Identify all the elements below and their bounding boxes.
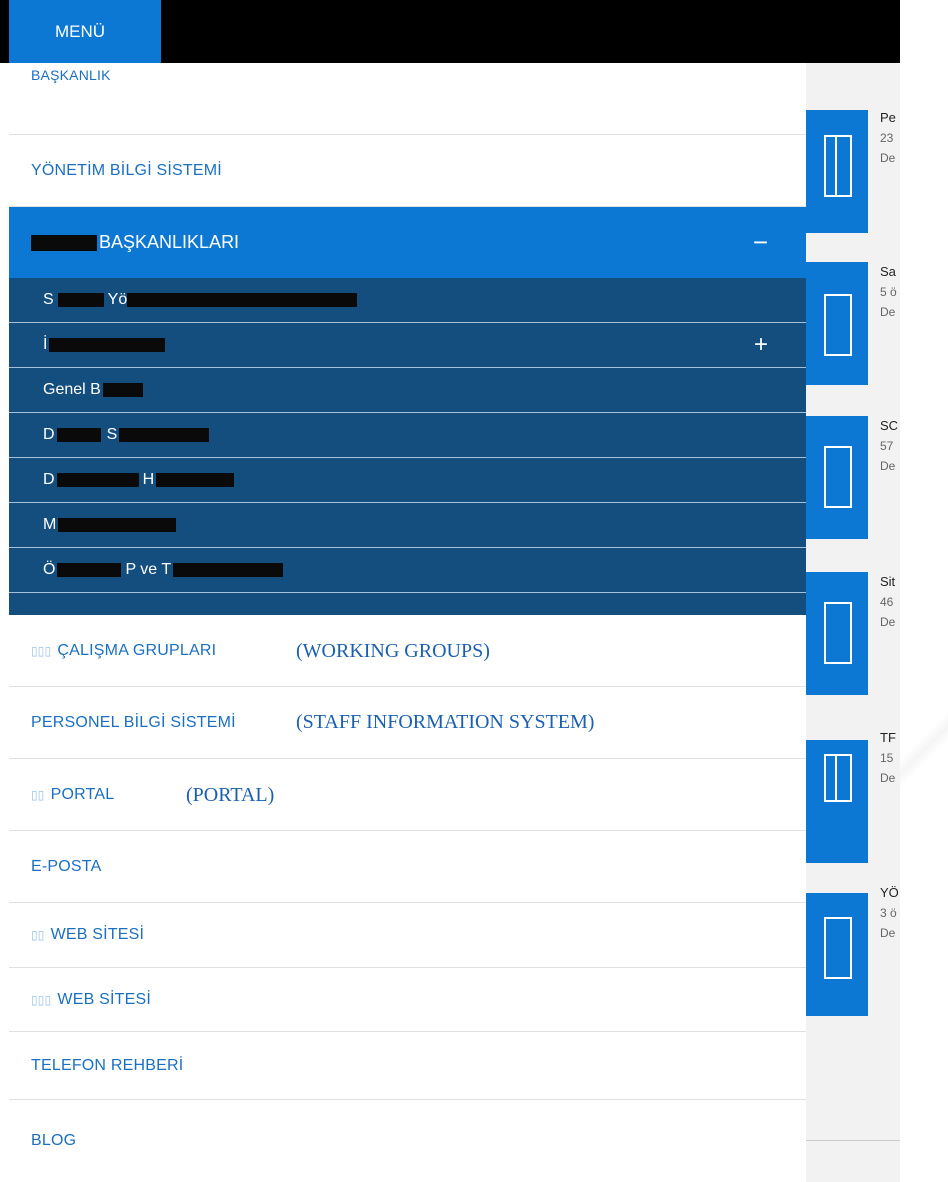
submenu-item-7[interactable]: Ö P ve T [9, 548, 806, 593]
nav-item-label: ÇALIŞMA GRUPLARI [57, 641, 217, 659]
nav-item-label: PERSONEL BİLGİ SİSTEMİ [31, 713, 236, 731]
tile-3-text: SC 57 De [880, 418, 899, 473]
document-icon [824, 446, 852, 508]
redaction [127, 293, 358, 307]
tile-3[interactable] [806, 416, 868, 539]
document-icon [824, 602, 852, 664]
redaction [102, 383, 143, 397]
nav-item-label: E-POSTA [31, 857, 102, 875]
redaction [119, 428, 210, 442]
nav-item-label: TELEFON REHBERİ [31, 1056, 184, 1074]
submenu-item-label: D [43, 426, 55, 443]
submenu-item-label: M [43, 516, 57, 533]
submenu-item-6[interactable]: M [9, 503, 806, 548]
submenu-item-label: Genel B [43, 381, 101, 398]
divider [806, 1140, 900, 1141]
tile-4[interactable] [806, 572, 868, 695]
nav-item-daire-baskanliklari[interactable]: BAŞKANLIKLARI − [9, 207, 806, 278]
tile-5[interactable] [806, 740, 868, 863]
nav-item-label: BLOG [31, 1132, 77, 1149]
nav-item-e-posta[interactable]: E-POSTA [9, 831, 806, 903]
redaction [56, 428, 101, 442]
submenu-item-3[interactable]: Genel B [9, 368, 806, 413]
nav-item-telefon-rehberi[interactable]: TELEFON REHBERİ [9, 1032, 806, 1100]
nav-item-web-sitesi-1[interactable]: ▯▯ WEB SİTESİ [9, 903, 806, 968]
redaction: ▯▯▯ [31, 992, 52, 1007]
tile-4-text: Sit 46 De [880, 574, 896, 629]
redaction [31, 234, 97, 251]
redaction [58, 518, 177, 532]
submenu-item-label: D [43, 471, 55, 488]
nav-item-label: WEB SİTESİ [50, 926, 145, 943]
nav-item-label: BAŞKANLIK [31, 67, 111, 83]
nav-item-web-sitesi-2[interactable]: ▯▯▯ WEB SİTESİ [9, 968, 806, 1032]
redaction [156, 473, 235, 487]
submenu-item-label: S [43, 291, 54, 308]
navigation-panel: BAŞKANLIK YÖNETİM BİLGİ SİSTEMİ BAŞKANLI… [9, 63, 806, 1182]
menu-button[interactable]: MENÜ [9, 0, 161, 63]
tile-6-text: YÖ 3 ö De [880, 885, 899, 940]
board-icon [824, 754, 852, 802]
submenu: S Yö İ + Genel B D S D H M Ö P ve T [9, 278, 806, 615]
redaction [56, 473, 139, 487]
submenu-item-label: P ve T [125, 561, 172, 578]
board-icon [824, 135, 852, 197]
submenu-item-2[interactable]: İ + [9, 323, 806, 368]
nav-item-portal[interactable]: ▯▯ PORTAL [9, 759, 806, 831]
tile-5-text: TF 15 De [880, 730, 896, 785]
submenu-item-label: İ [43, 336, 48, 353]
annotation-portal: (PORTAL) [182, 784, 279, 807]
tile-1-text: Pe 23 De [880, 110, 896, 165]
nav-item-label: YÖNETİM BİLGİ SİSTEMİ [31, 161, 222, 179]
nav-item-yonetim-bilgi-sistemi[interactable]: YÖNETİM BİLGİ SİSTEMİ [9, 135, 806, 207]
document-icon [824, 294, 852, 356]
expand-icon[interactable]: + [754, 331, 768, 359]
submenu-item-label: Yö [107, 291, 128, 308]
nav-item-blog[interactable]: BLOG [9, 1100, 806, 1182]
submenu-item-label: H [142, 471, 155, 488]
redaction [173, 563, 284, 577]
redaction [57, 563, 122, 577]
submenu-item-5[interactable]: D H [9, 458, 806, 503]
document-icon [824, 917, 852, 979]
redaction: ▯▯ [31, 928, 45, 942]
redaction: ▯▯▯ [31, 643, 52, 658]
redaction [57, 293, 104, 307]
nav-item-label: WEB SİTESİ [57, 990, 151, 1008]
tile-2[interactable] [806, 262, 868, 385]
submenu-item-4[interactable]: D S [9, 413, 806, 458]
submenu-item-label: S [106, 426, 118, 443]
annotation-staff-information-system: (STAFF INFORMATION SYSTEM) [292, 711, 599, 734]
tile-6[interactable] [806, 893, 868, 1016]
collapse-icon[interactable]: − [753, 227, 768, 258]
nav-item-label: PORTAL [50, 785, 115, 803]
nav-item-label: BAŞKANLIKLARI [99, 232, 240, 252]
tile-1[interactable] [806, 110, 868, 233]
tile-2-text: Sa 5 ö De [880, 264, 897, 319]
submenu-item-1[interactable]: S Yö [9, 278, 806, 323]
redaction: ▯▯ [31, 787, 45, 802]
nav-item-baskanlik[interactable]: BAŞKANLIK [9, 63, 806, 135]
shadow [900, 700, 948, 800]
annotation-working-groups: (WORKING GROUPS) [292, 640, 494, 663]
redaction [49, 338, 166, 352]
submenu-item-label: Ö [43, 561, 56, 578]
